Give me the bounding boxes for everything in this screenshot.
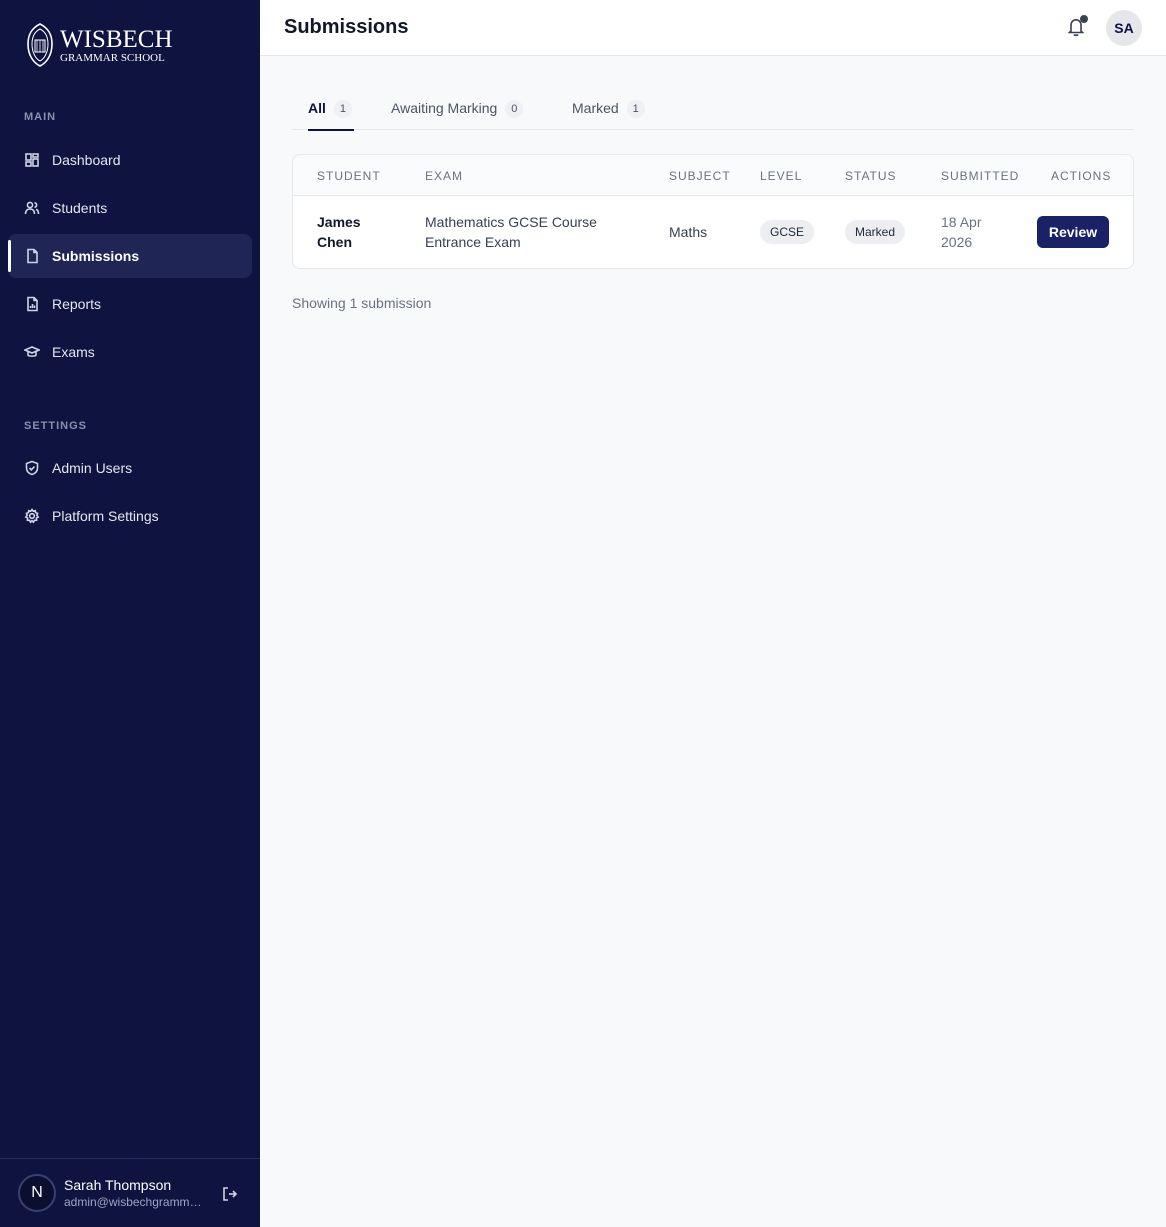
student-last-name: Chen bbox=[317, 234, 352, 250]
header-avatar[interactable]: SA bbox=[1106, 10, 1142, 46]
tab-count: 0 bbox=[505, 100, 524, 118]
column-header-status[interactable]: STATUS bbox=[845, 169, 897, 183]
sidebar-item-label: Dashboard bbox=[52, 152, 121, 168]
exam-name-line1: Mathematics GCSE Course bbox=[425, 214, 597, 230]
results-count: Showing 1 submission bbox=[292, 295, 432, 311]
tab-count: 1 bbox=[333, 100, 352, 118]
column-header-level[interactable]: LEVEL bbox=[760, 169, 802, 183]
page-title: Submissions bbox=[284, 16, 409, 38]
sidebar-item-label: Platform Settings bbox=[52, 508, 159, 524]
sidebar-item-dashboard[interactable]: Dashboard bbox=[8, 138, 252, 182]
column-header-exam[interactable]: EXAM bbox=[425, 169, 463, 183]
table-header: STUDENT EXAM SUBJECT LEVEL STATUS SUBMIT… bbox=[293, 155, 1133, 196]
table-row[interactable]: James Chen Mathematics GCSE Course Entra… bbox=[293, 196, 1133, 268]
user-name: Sarah Thompson bbox=[64, 1177, 172, 1193]
dashboard-icon bbox=[24, 152, 40, 168]
status-badge: Marked bbox=[845, 220, 906, 244]
column-header-subject[interactable]: SUBJECT bbox=[669, 169, 731, 183]
report-icon bbox=[24, 296, 40, 312]
school-logo[interactable]: WISBECH GRAMMAR SCHOOL bbox=[24, 22, 173, 68]
column-header-student[interactable]: STUDENT bbox=[317, 169, 381, 183]
subject-cell: Maths bbox=[669, 224, 708, 240]
sidebar-item-students[interactable]: Students bbox=[8, 186, 252, 230]
submission-tabs: All 1 Awaiting Marking 0 Marked 1 bbox=[292, 96, 1134, 131]
student-first-name: James bbox=[317, 214, 361, 230]
user-email: admin@wisbechgrammar.com bbox=[64, 1195, 204, 1209]
sidebar: WISBECH GRAMMAR SCHOOL MAIN Dashboard St… bbox=[0, 0, 260, 1227]
level-badge: GCSE bbox=[760, 220, 815, 244]
brand-subtitle: GRAMMAR SCHOOL bbox=[60, 51, 165, 64]
column-header-submitted[interactable]: SUBMITTED bbox=[941, 169, 1019, 183]
sidebar-item-label: Reports bbox=[52, 296, 102, 312]
graduation-cap-icon bbox=[24, 344, 40, 360]
notification-dot bbox=[1080, 15, 1088, 23]
review-button[interactable]: Review bbox=[1037, 216, 1109, 248]
logout-icon[interactable] bbox=[221, 1185, 239, 1203]
sidebar-item-submissions[interactable]: Submissions bbox=[8, 234, 252, 278]
sidebar-item-label: Exams bbox=[52, 344, 95, 360]
shield-icon bbox=[24, 460, 40, 476]
exam-name-line2: Entrance Exam bbox=[425, 234, 521, 250]
sidebar-item-label: Students bbox=[52, 200, 108, 216]
submitted-date-line1: 18 Apr bbox=[941, 214, 982, 230]
sidebar-item-admin-users[interactable]: Admin Users bbox=[8, 446, 252, 490]
tab-all[interactable]: All 1 bbox=[308, 96, 354, 131]
section-label-settings: SETTINGS bbox=[24, 420, 88, 432]
gear-icon bbox=[24, 508, 40, 524]
submitted-date-line2: 2026 bbox=[941, 234, 973, 250]
sidebar-item-label: Submissions bbox=[52, 248, 140, 264]
avatar[interactable]: N bbox=[18, 1174, 56, 1212]
tab-marked[interactable]: Marked 1 bbox=[572, 96, 645, 130]
top-header: Submissions SA bbox=[260, 0, 1166, 56]
column-header-actions: ACTIONS bbox=[1051, 169, 1112, 183]
document-icon bbox=[24, 248, 40, 264]
sidebar-item-platform-settings[interactable]: Platform Settings bbox=[8, 494, 252, 538]
brand-name: WISBECH bbox=[60, 25, 173, 53]
tab-count: 1 bbox=[626, 100, 645, 118]
submissions-table: STUDENT EXAM SUBJECT LEVEL STATUS SUBMIT… bbox=[292, 154, 1134, 269]
sidebar-item-exams[interactable]: Exams bbox=[8, 330, 252, 374]
section-label-main: MAIN bbox=[24, 111, 57, 123]
crest-icon bbox=[27, 23, 53, 67]
users-icon bbox=[24, 200, 40, 216]
sidebar-user-panel: N Sarah Thompson admin@wisbechgrammar.co… bbox=[0, 1158, 260, 1227]
sidebar-item-reports[interactable]: Reports bbox=[8, 282, 252, 326]
tab-awaiting-marking[interactable]: Awaiting Marking 0 bbox=[391, 96, 524, 130]
sidebar-item-label: Admin Users bbox=[52, 460, 133, 476]
